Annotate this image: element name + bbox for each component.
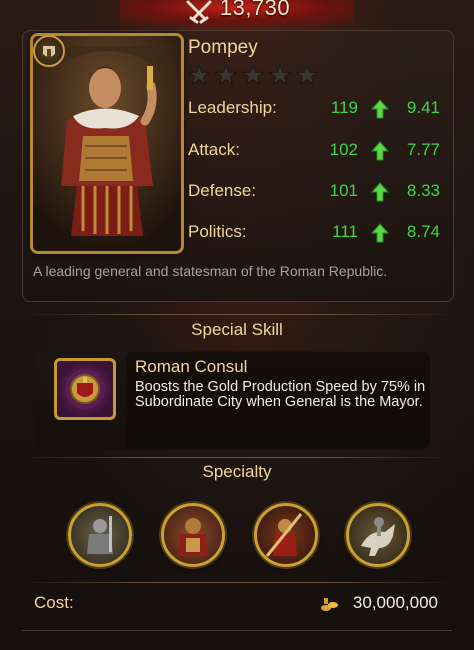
star-empty-icon [296,64,318,86]
stat-growth: 9.41 [406,98,440,117]
stat-label: Leadership: [188,98,277,117]
stat-row-attack: Attack: 102 7.77 [188,140,442,164]
gold-coin-icon [321,598,338,611]
stat-value: 119 [330,98,358,117]
growth-arrow-up-icon [371,223,389,243]
power-value: 13,730 [219,0,291,20]
star-empty-icon [215,64,237,86]
divider [22,582,452,583]
star-empty-icon [269,64,291,86]
power-banner: 13,730 [120,0,354,24]
stat-label: Attack: [188,140,240,159]
star-rating [188,64,318,86]
stat-growth: 8.33 [406,181,440,200]
stat-row-defense: Defense: 101 8.33 [188,181,442,205]
divider [22,457,452,458]
stat-value: 101 [329,181,358,200]
stat-label: Politics: [188,222,247,241]
divider [22,314,452,315]
growth-arrow-up-icon [371,99,389,119]
cost-value: 30,000,000 [352,593,438,612]
stat-growth: 8.74 [406,222,440,241]
star-empty-icon [188,64,210,86]
star-empty-icon [242,64,264,86]
general-class-badge-icon [33,35,65,67]
stat-row-politics: Politics: 111 8.74 [188,222,442,246]
stat-row-leadership: Leadership: 119 9.41 [188,98,442,122]
stat-label: Defense: [188,181,257,200]
stat-value: 111 [332,222,358,241]
special-skill-header: Special Skill [191,320,283,339]
general-description: A leading general and statesman of the R… [33,263,388,279]
specialty-header: Specialty [202,462,272,481]
stat-value: 102 [329,140,358,159]
spearman-icon[interactable] [254,503,318,567]
roman-consul-skill-icon [65,369,105,409]
cost-label: Cost: [34,593,74,612]
crossed-swords-icon [186,0,212,24]
cavalry-icon[interactable] [346,503,410,567]
armored-warrior-icon[interactable] [161,503,225,567]
general-name: Pompey [188,37,258,58]
infantry-knight-icon[interactable] [68,503,132,567]
special-skill-icon[interactable] [54,358,116,420]
stat-growth: 7.77 [406,140,440,159]
special-skill-description: Boosts the Gold Production Speed by 75% … [135,379,426,410]
cost-row: Cost: 30,000,000 [22,590,452,618]
growth-arrow-up-icon [371,141,389,161]
special-skill-name: Roman Consul [135,357,248,376]
bottom-divider [22,630,452,631]
growth-arrow-up-icon [371,182,389,202]
